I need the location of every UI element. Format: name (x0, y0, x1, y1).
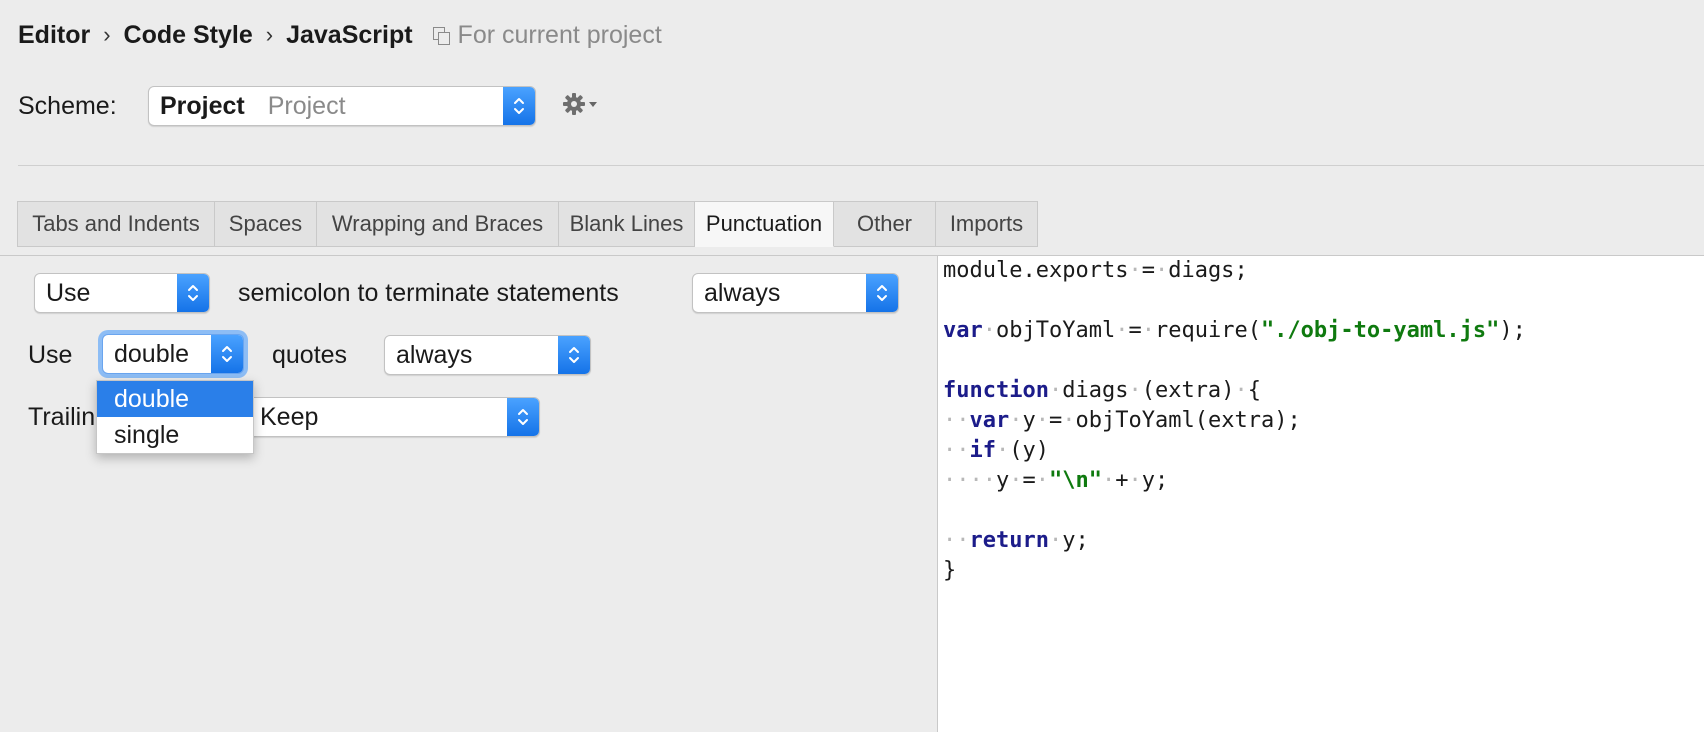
breadcrumb: Editor › Code Style › JavaScript For cur… (18, 18, 662, 52)
tab-spaces[interactable]: Spaces (215, 201, 317, 247)
chevron-updown-icon (558, 336, 590, 374)
chevron-updown-icon (503, 87, 535, 125)
scope-label: For current project (457, 20, 662, 49)
tab-bar: Tabs and Indents Spaces Wrapping and Bra… (17, 201, 1038, 247)
semicolon-mode-select[interactable]: Use (34, 273, 210, 313)
code-line: function·diags·(extra)·{ (943, 378, 1261, 403)
dropdown-option-double[interactable]: double (97, 381, 253, 417)
tab-punctuation[interactable]: Punctuation (695, 201, 834, 247)
code-line: module.exports·=·diags; (943, 258, 1248, 283)
breadcrumb-editor[interactable]: Editor (18, 21, 90, 50)
code-line: } (943, 558, 957, 583)
tab-wrapping-and-braces[interactable]: Wrapping and Braces (317, 201, 559, 247)
code-line: var·objToYaml·=·require("./obj-to-yaml.j… (943, 318, 1526, 343)
chevron-updown-icon (211, 335, 243, 373)
scheme-label: Scheme: (18, 92, 117, 120)
chevron-updown-icon (866, 274, 898, 312)
scheme-type: Project (267, 91, 346, 120)
gear-menu-button[interactable] (562, 90, 606, 118)
tab-imports[interactable]: Imports (936, 201, 1038, 247)
divider (18, 165, 1704, 166)
chevron-updown-icon (507, 398, 539, 436)
breadcrumb-javascript: JavaScript (286, 20, 413, 49)
quote-type-value: double (114, 339, 190, 368)
quotes-when-value: always (396, 340, 473, 369)
quote-type-dropdown: double single (96, 380, 254, 454)
trailing-comma-select[interactable]: Keep (248, 397, 540, 437)
breadcrumb-code-style[interactable]: Code Style (124, 21, 253, 50)
dropdown-option-single[interactable]: single (97, 417, 253, 453)
semicolon-when-select[interactable]: always (692, 273, 899, 313)
project-scope-icon (432, 26, 450, 45)
quotes-when-select[interactable]: always (384, 335, 591, 375)
quotes-prefix-label: Use (28, 341, 73, 369)
code-lines: module.exports·=·diags; var·objToYaml·=·r… (943, 256, 1526, 586)
semicolon-when-value: always (704, 278, 781, 307)
trailing-comma-label: Trailin (28, 403, 96, 431)
scheme-select[interactable]: Project Project (148, 86, 536, 126)
breadcrumb-separator: › (103, 22, 111, 47)
quotes-label: quotes (272, 341, 348, 369)
code-preview[interactable]: module.exports·=·diags; var·objToYaml·=·r… (937, 256, 1704, 732)
code-line: ··if·(y) (943, 438, 1049, 463)
chevron-updown-icon (177, 274, 209, 312)
tab-tabs-and-indents[interactable]: Tabs and Indents (17, 201, 215, 247)
tab-blank-lines[interactable]: Blank Lines (559, 201, 695, 247)
tab-other[interactable]: Other (834, 201, 936, 247)
code-line: ····y·=·"\n"·+·y; (943, 468, 1169, 493)
quote-type-select[interactable]: double (102, 334, 244, 374)
code-line: ··return·y; (943, 528, 1089, 553)
semicolon-label: semicolon to terminate statements (238, 279, 619, 307)
scheme-name: Project (160, 91, 245, 120)
semicolon-mode-value: Use (46, 278, 91, 307)
trailing-comma-value: Keep (260, 402, 319, 431)
breadcrumb-separator: › (265, 22, 274, 47)
chevron-down-icon (589, 101, 597, 107)
gear-icon (563, 93, 585, 115)
code-line: ··var·y·=·objToYaml(extra); (943, 408, 1301, 433)
